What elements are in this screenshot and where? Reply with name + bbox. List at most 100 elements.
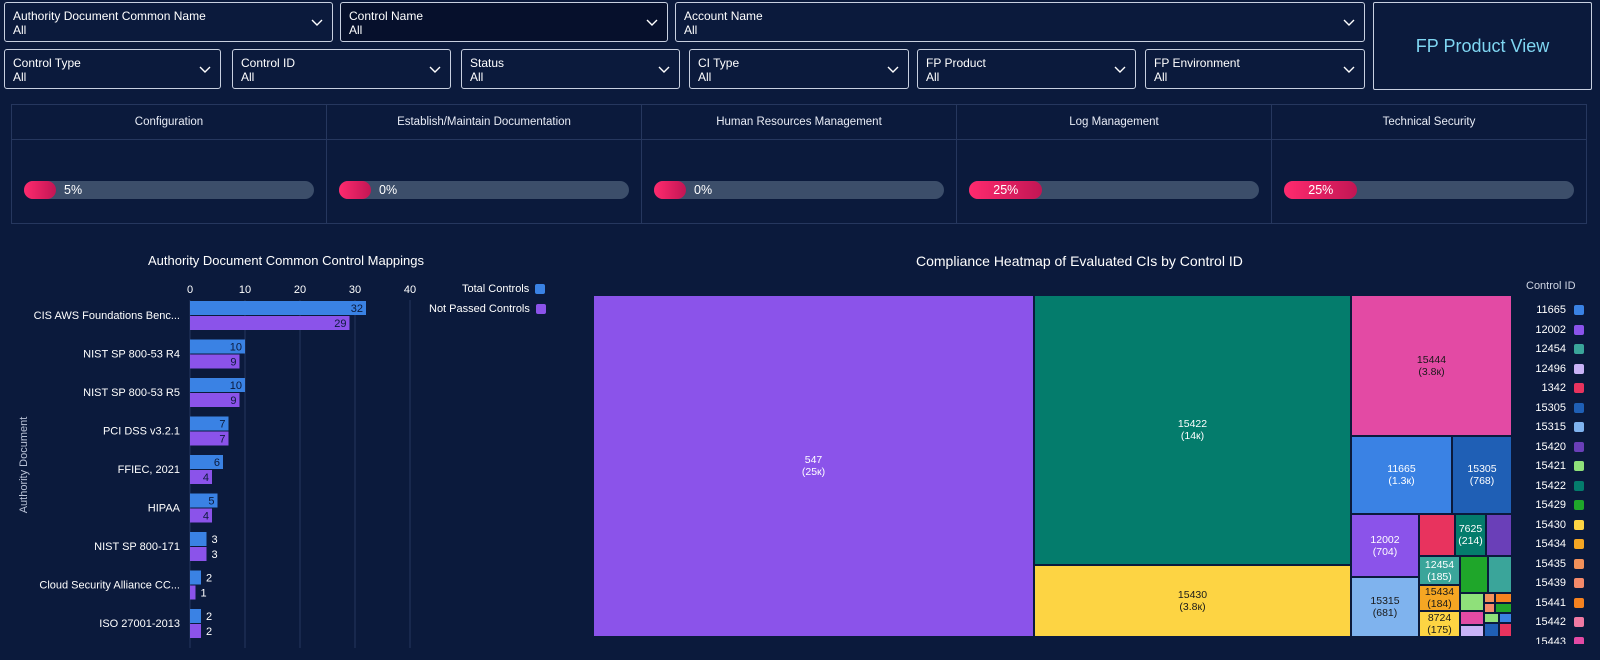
treemap-node-15443[interactable] xyxy=(1460,611,1484,625)
legend-label: 12496 xyxy=(1535,362,1566,375)
filter-fp-product[interactable]: FP Product All xyxy=(917,49,1136,89)
filter-account-name[interactable]: Account Name All xyxy=(675,2,1365,42)
treemap-node-15429b[interactable] xyxy=(1495,603,1512,613)
treemap-node-15444[interactable]: 15444 (3.8к) xyxy=(1351,295,1512,436)
node-id: 15434 xyxy=(1424,586,1455,598)
bar-total xyxy=(190,532,207,546)
treemap-node-15429[interactable] xyxy=(1460,556,1488,593)
legend-item-15422[interactable]: 15422 xyxy=(1524,477,1594,495)
filter-value: All xyxy=(470,70,484,84)
legend-swatch xyxy=(1574,461,1584,471)
legend-item-12002[interactable]: 12002 xyxy=(1524,321,1594,339)
legend-swatch xyxy=(1574,597,1584,608)
category-progress-panel: Configuration 5% Establish/Maintain Docu… xyxy=(11,104,1587,224)
treemap-node-15441[interactable] xyxy=(1495,593,1512,603)
legend-item-15434[interactable]: 15434 xyxy=(1524,535,1594,553)
filter-control-name[interactable]: Control Name All xyxy=(340,2,668,42)
filter-control-id[interactable]: Control ID All xyxy=(232,49,451,89)
node-id: 547 xyxy=(804,454,823,466)
treemap-node-547[interactable]: 547 (25к) xyxy=(593,295,1034,637)
legend-item-15430[interactable]: 15430 xyxy=(1524,516,1594,534)
category-title: Establish/Maintain Documentation xyxy=(327,105,641,140)
treemap-node-15434[interactable]: 15434 (184) xyxy=(1419,585,1460,611)
progress-percent: 25% xyxy=(1308,183,1334,197)
legend-item-15305[interactable]: 15305 xyxy=(1524,399,1594,417)
legend-label: 15442 xyxy=(1535,616,1566,628)
filter-ci-type[interactable]: CI Type All xyxy=(689,49,909,89)
category-title: Technical Security xyxy=(1272,105,1586,140)
treemap-node-15421[interactable] xyxy=(1460,593,1484,611)
node-id: 12454 xyxy=(1424,558,1455,571)
filter-value: All xyxy=(349,23,363,37)
legend-item-15442[interactable]: 15442 xyxy=(1524,613,1594,631)
category-configuration: Configuration 5% xyxy=(12,105,327,223)
treemap-node-15422[interactable]: 15422 (14к) xyxy=(1034,295,1351,565)
progress-percent: 0% xyxy=(379,183,398,197)
fp-product-view-button[interactable]: FP Product View xyxy=(1373,2,1592,90)
legend-item-15435[interactable]: 15435 xyxy=(1524,555,1594,573)
treemap-node-15305c[interactable] xyxy=(1484,623,1499,637)
treemap-node-12002[interactable]: 12002 (704) xyxy=(1351,514,1419,577)
treemap-node-11665[interactable]: 11665 (1.3к) xyxy=(1351,436,1452,514)
filter-fp-environment[interactable]: FP Environment All xyxy=(1145,49,1365,89)
filter-label: Authority Document Common Name xyxy=(13,9,206,23)
compliance-treemap: 547 (25к) 15422 (14к) 15430 (3.8к) 15444… xyxy=(593,295,1512,637)
node-value: (175) xyxy=(1427,624,1452,636)
data-label: 32 xyxy=(351,303,363,315)
x-tick-label: 20 xyxy=(294,284,306,296)
node-id: 15422 xyxy=(1177,418,1208,430)
legend-item-15421[interactable]: 15421 xyxy=(1524,457,1594,475)
legend-item-11665[interactable]: 11665 xyxy=(1524,301,1594,319)
legend-swatch xyxy=(1574,558,1584,569)
treemap-node-7625[interactable]: 7625 (214) xyxy=(1455,514,1486,556)
filter-status[interactable]: Status All xyxy=(461,49,680,89)
chevron-down-icon xyxy=(429,66,441,73)
treemap-node-12496[interactable] xyxy=(1460,625,1484,637)
legend-item-15420[interactable]: 15420 xyxy=(1524,438,1594,456)
filter-label: Account Name xyxy=(684,9,763,23)
legend-item-15441[interactable]: 15441 xyxy=(1524,594,1594,612)
treemap-node-15420[interactable] xyxy=(1486,514,1512,556)
treemap-node-1342b[interactable] xyxy=(1499,623,1512,637)
treemap-node-15435[interactable] xyxy=(1484,593,1495,603)
legend-label: 15420 xyxy=(1535,440,1566,453)
node-id: 11665 xyxy=(1387,463,1416,475)
node-id: 12002 xyxy=(1370,533,1400,546)
legend-item-15439[interactable]: 15439 xyxy=(1524,574,1594,592)
treemap-node-15315[interactable]: 15315 (681) xyxy=(1351,577,1419,637)
legend-swatch xyxy=(1574,402,1584,413)
progress-fill xyxy=(339,181,371,199)
node-value: (3.8к) xyxy=(1179,601,1206,613)
legend-item-15429[interactable]: 15429 xyxy=(1524,496,1594,514)
filter-value: All xyxy=(241,70,255,84)
treemap-node-15305b[interactable] xyxy=(1499,613,1512,623)
legend-item-12454[interactable]: 12454 xyxy=(1524,340,1594,358)
filter-control-type[interactable]: Control Type All xyxy=(4,49,221,89)
legend-item-15443[interactable]: 15443 xyxy=(1524,633,1594,644)
legend-item-12496[interactable]: 12496 xyxy=(1524,360,1594,378)
bar-chart-title: Authority Document Common Control Mappin… xyxy=(148,253,425,268)
filter-authority-document[interactable]: Authority Document Common Name All xyxy=(4,2,333,42)
treemap-node-15430[interactable]: 15430 (3.8к) xyxy=(1034,565,1351,637)
treemap-node-15305[interactable]: 15305 (768) xyxy=(1452,436,1512,514)
category-label: HIPAA xyxy=(148,503,181,515)
legend-label: 11665 xyxy=(1536,304,1566,316)
treemap-node-8724[interactable]: 8724 (175) xyxy=(1419,611,1460,637)
node-value: (14к) xyxy=(1180,430,1205,442)
treemap-node-12454[interactable]: 12454 (185) xyxy=(1419,556,1460,585)
data-label: 7 xyxy=(219,434,225,446)
legend-not-passed-controls[interactable]: Not Passed Controls xyxy=(429,303,546,315)
legend-item-15315[interactable]: 15315 xyxy=(1524,418,1594,436)
legend-item-1342[interactable]: 1342 xyxy=(1524,379,1594,397)
progress-track: 0% xyxy=(654,181,944,199)
legend-total-controls[interactable]: Total Controls xyxy=(462,283,546,295)
treemap-node-15421b[interactable] xyxy=(1484,613,1499,623)
treemap-node-15439[interactable] xyxy=(1484,603,1495,613)
treemap-node-12454b[interactable] xyxy=(1488,556,1512,593)
progress-percent: 0% xyxy=(694,183,713,197)
category-title: Human Resources Management xyxy=(642,105,956,140)
category-label: ISO 27001-2013 xyxy=(99,618,180,630)
category-title: Configuration xyxy=(12,105,326,140)
filter-value: All xyxy=(13,23,27,37)
treemap-node-1342[interactable] xyxy=(1419,514,1455,556)
